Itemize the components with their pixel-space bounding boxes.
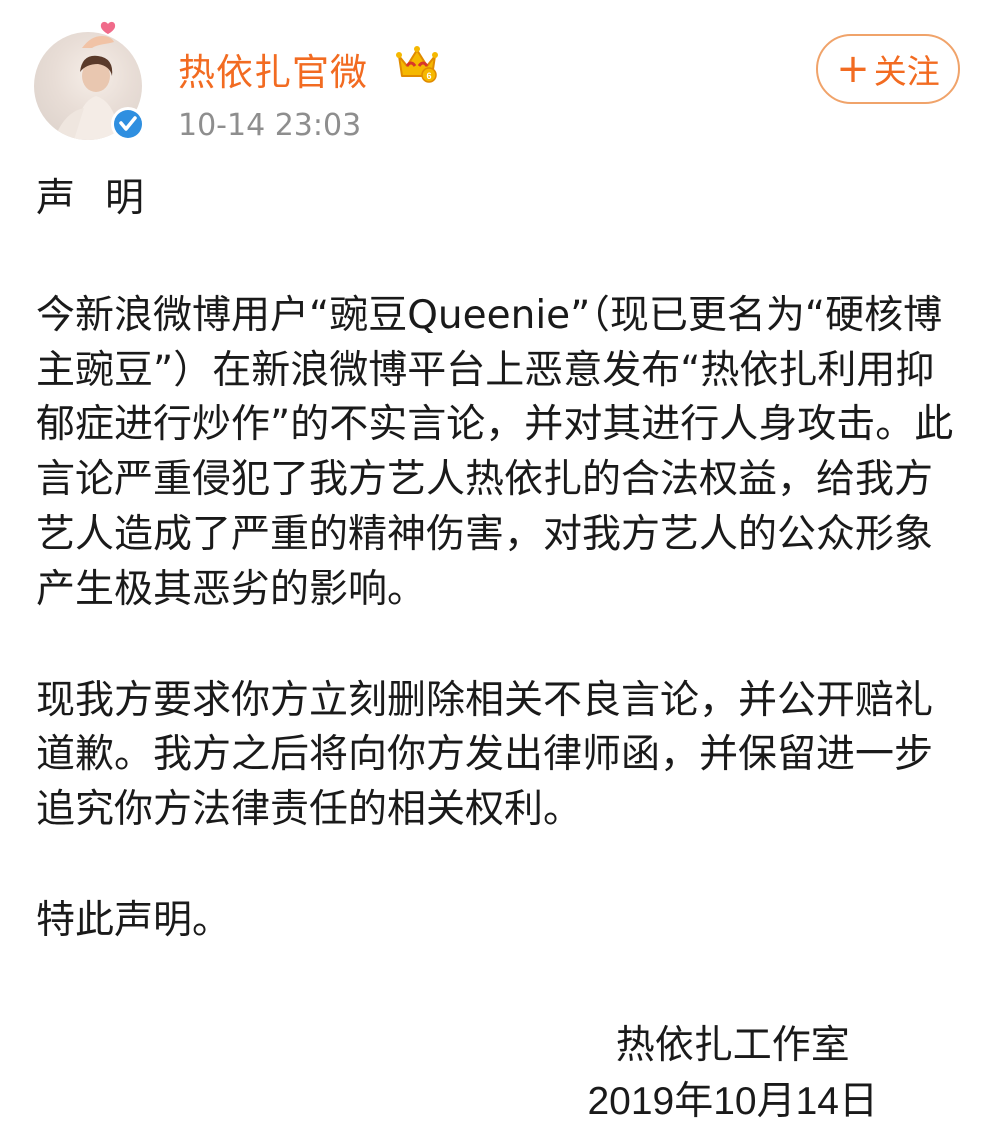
statement-paragraph-2: 现我方要求你方立刻删除相关不良言论，并公开赔礼道歉。我方之后将向你方发出律师函，…: [36, 677, 934, 833]
statement-title: 声明: [36, 176, 175, 221]
follow-label: 关注: [873, 52, 940, 91]
svg-text:6: 6: [426, 71, 431, 81]
signature-date: 2019年10月14日: [587, 1080, 878, 1123]
post-header: 热依扎官微 6 10-14 23:03 + 关注: [0, 0, 996, 150]
plus-icon: +: [836, 46, 870, 92]
author-name[interactable]: 热依扎官微: [178, 42, 368, 96]
signature-block: 热依扎工作室 2019年10月14日: [587, 1018, 878, 1130]
avatar[interactable]: [34, 20, 145, 142]
post-timestamp: 10-14 23:03: [178, 108, 362, 143]
statement-closing: 特此声明。: [36, 897, 232, 943]
verified-icon: [111, 107, 145, 141]
hand-heart-icon: [82, 21, 116, 48]
statement-paragraph-1: 今新浪微博用户“豌豆Queenie”（现已更名为“硬核博主豌豆”）在新浪微博平台…: [36, 292, 954, 612]
vip-crown-icon: 6: [396, 46, 438, 83]
post-body: 声明 今新浪微博用户“豌豆Queenie”（现已更名为“硬核博主豌豆”）在新浪微…: [36, 172, 960, 949]
follow-button[interactable]: + 关注: [816, 34, 960, 104]
signature-org: 热依扎工作室: [615, 1023, 850, 1068]
